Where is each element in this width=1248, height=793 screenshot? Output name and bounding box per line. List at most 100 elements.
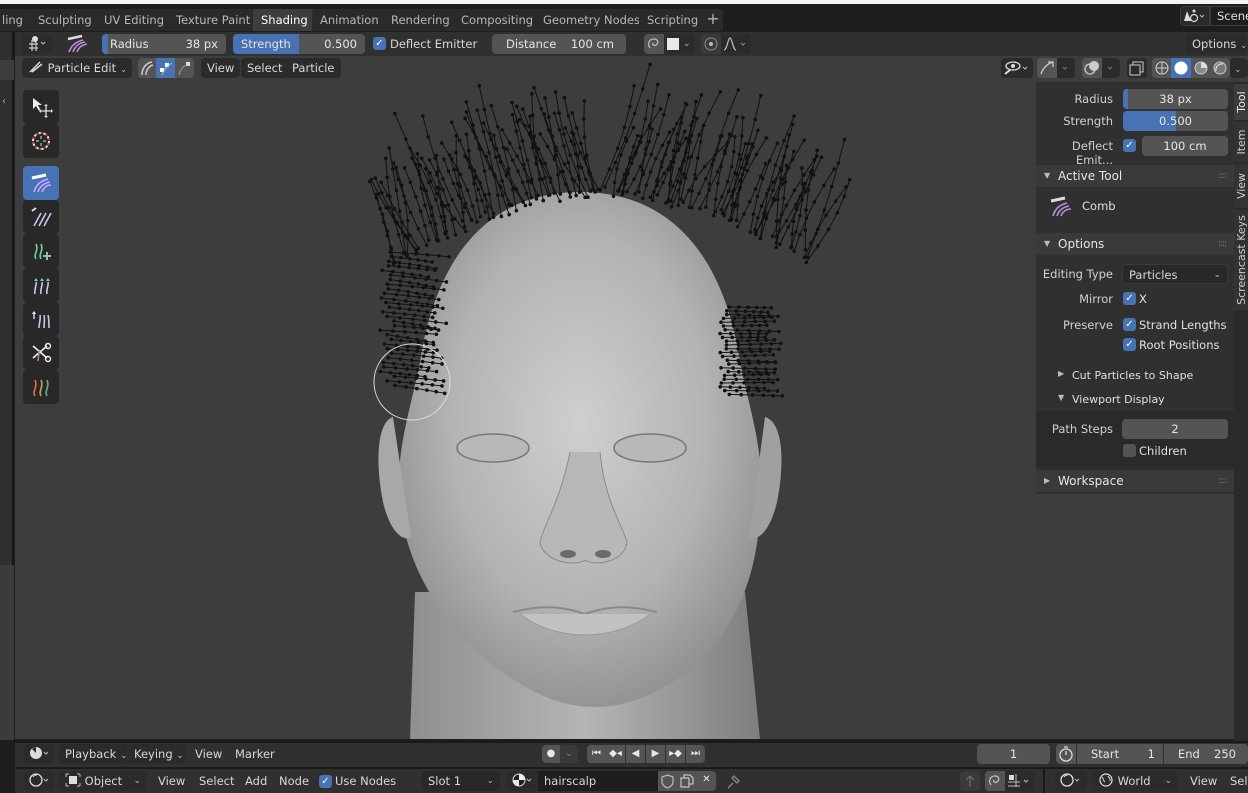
editor-type-shader[interactable] (24, 771, 54, 791)
workspace-panel-header[interactable]: ▶ Workspace :::: (1036, 470, 1234, 492)
playback-menu[interactable]: Playback ⌄ (59, 744, 128, 764)
npanel-strength-field[interactable]: 0.500 (1123, 111, 1228, 131)
viewport-display-subpanel[interactable]: Viewport Display (1072, 393, 1165, 406)
active-tool-panel-header[interactable]: ▼ Active Tool :::: (1036, 165, 1234, 187)
snap-element-dropdown[interactable] (1005, 771, 1035, 791)
material-browse-button[interactable] (507, 771, 538, 791)
world-menu-view[interactable]: View (1185, 771, 1222, 791)
tab-uv-editing[interactable]: UV Editing (96, 9, 172, 31)
shader-menu-node[interactable]: Node (274, 771, 314, 791)
solid-shading-button[interactable] (1171, 58, 1191, 78)
tool-length[interactable] (23, 268, 59, 302)
xray-toggle[interactable] (1127, 58, 1147, 78)
menu-select[interactable]: Select (241, 58, 289, 78)
shader-menu-add[interactable]: Add (240, 771, 272, 791)
duplicate-material-button[interactable] (677, 771, 697, 791)
options-panel-header[interactable]: ▼ Options :::: (1036, 233, 1234, 255)
tab-sculpting[interactable]: Sculpting (30, 9, 100, 31)
keying-options-dropdown[interactable]: ⌄ (560, 745, 578, 763)
npanel-radius-field[interactable]: 38 px (1123, 89, 1228, 109)
slot-dropdown[interactable]: Slot 1 ⌄ (422, 771, 500, 791)
tool-add[interactable] (23, 234, 59, 268)
tool-weight[interactable] (23, 370, 59, 404)
add-workspace-button[interactable]: + (703, 9, 723, 31)
scene-selector-button[interactable] (1180, 6, 1210, 26)
shader-menu-select[interactable]: Select (194, 771, 239, 791)
options-dropdown[interactable]: Options ⌄ (1186, 34, 1248, 54)
distance-field[interactable]: Distance 100 cm (492, 34, 626, 54)
radius-field[interactable]: Radius 38 px (102, 34, 226, 54)
mirror-x-checkbox[interactable]: ✓ (1123, 292, 1136, 305)
preview-range-toggle[interactable] (1056, 744, 1076, 764)
tab-compositing[interactable]: Compositing (453, 9, 542, 31)
tab-layout[interactable]: ling (0, 9, 31, 31)
tab-scripting[interactable]: Scripting (639, 9, 707, 31)
scene-name-field[interactable]: Scene (1210, 6, 1248, 26)
sidebar-tab-screencast-keys[interactable]: Screencast Keys (1234, 210, 1248, 310)
world-menu-select[interactable]: Sele (1225, 771, 1248, 791)
pin-button[interactable] (724, 771, 744, 791)
visibility-dropdown[interactable] (1001, 58, 1033, 78)
object-type-dropdown[interactable]: Object ⌄ (59, 771, 147, 791)
menu-view[interactable]: View (201, 58, 241, 78)
wireframe-shading-button[interactable] (1152, 58, 1171, 78)
unlink-material-button[interactable]: ✕ (697, 771, 716, 791)
drag-handle-icon[interactable]: :::: (1218, 233, 1227, 255)
tool-smooth[interactable] (23, 200, 59, 234)
path-steps-field[interactable]: 2 (1122, 419, 1228, 439)
tab-animation[interactable]: Animation (312, 9, 387, 31)
sidebar-tab-view[interactable]: View (1234, 164, 1248, 208)
tool-comb[interactable] (23, 166, 59, 200)
play-reverse-button[interactable]: ◀ (626, 745, 645, 763)
point-mode-button[interactable] (156, 58, 175, 78)
fake-user-button[interactable] (658, 771, 677, 791)
menu-particle[interactable]: Particle (286, 58, 341, 78)
auto-keying-toggle[interactable]: ● (542, 745, 560, 763)
strength-field[interactable]: Strength 0.500 (233, 34, 365, 54)
parent-node-button[interactable] (960, 771, 980, 791)
falloff-toggle[interactable] (644, 34, 664, 54)
sidebar-tab-item[interactable]: Item (1234, 122, 1248, 162)
shading-options-dropdown[interactable]: ⌄ (1230, 58, 1248, 78)
drag-handle-icon[interactable]: :::: (1218, 165, 1227, 187)
end-frame-field[interactable]: End 250 (1164, 744, 1248, 764)
strand-lengths-checkbox[interactable]: ✓ (1123, 318, 1136, 331)
proportional-toggle[interactable] (701, 34, 721, 54)
world-dropdown[interactable]: World ⌄ (1092, 771, 1178, 791)
npanel-deflect-checkbox[interactable]: ✓ (1123, 139, 1136, 152)
editor-type-world[interactable] (1055, 771, 1087, 791)
current-frame-field[interactable]: 1 (977, 744, 1050, 764)
falloff-curve-dropdown[interactable] (721, 34, 751, 54)
tab-rendering[interactable]: Rendering (383, 9, 458, 31)
jump-start-button[interactable]: ⏮ (587, 745, 606, 763)
shader-menu-view[interactable]: View (153, 771, 190, 791)
npanel-deflect-distance-field[interactable]: 100 cm (1142, 136, 1228, 156)
jump-end-button[interactable]: ⏭ (686, 745, 705, 763)
material-name-field[interactable]: hairscalp (538, 771, 658, 791)
tool-cursor[interactable] (23, 124, 59, 158)
play-button[interactable]: ▶ (646, 745, 665, 763)
material-shading-button[interactable] (1191, 58, 1210, 78)
tab-shading[interactable]: Shading (253, 9, 316, 31)
falloff-shape-dropdown[interactable]: ⌄ (664, 34, 694, 54)
mode-dropdown[interactable]: Particle Edit ⌄ (22, 58, 132, 78)
rendered-shading-button[interactable] (1210, 58, 1230, 78)
drag-handle-icon[interactable]: :::: (1218, 470, 1227, 492)
tab-texture-paint[interactable]: Texture Paint (168, 9, 259, 31)
timeline-menu-marker[interactable]: Marker (230, 744, 280, 764)
keying-menu[interactable]: Keying ⌄ (128, 744, 186, 764)
tip-mode-button[interactable] (175, 58, 194, 78)
next-keyframe-button[interactable]: ▸◆ (666, 745, 685, 763)
tool-puff[interactable] (23, 302, 59, 336)
start-frame-field[interactable]: Start 1 (1077, 744, 1163, 764)
prev-keyframe-button[interactable]: ◆◂ (606, 745, 625, 763)
snap-toggle[interactable] (985, 771, 1005, 791)
collapse-arrow-icon[interactable]: ‹ (2, 96, 12, 110)
overlay-dropdown[interactable] (1082, 58, 1120, 78)
path-mode-button[interactable] (138, 58, 156, 78)
children-checkbox[interactable] (1123, 444, 1136, 457)
cut-particles-subpanel[interactable]: Cut Particles to Shape (1072, 369, 1193, 382)
tool-select[interactable] (23, 90, 59, 124)
editing-type-dropdown[interactable]: Particles ⌄ (1122, 264, 1228, 284)
tool-cut[interactable] (23, 336, 59, 370)
